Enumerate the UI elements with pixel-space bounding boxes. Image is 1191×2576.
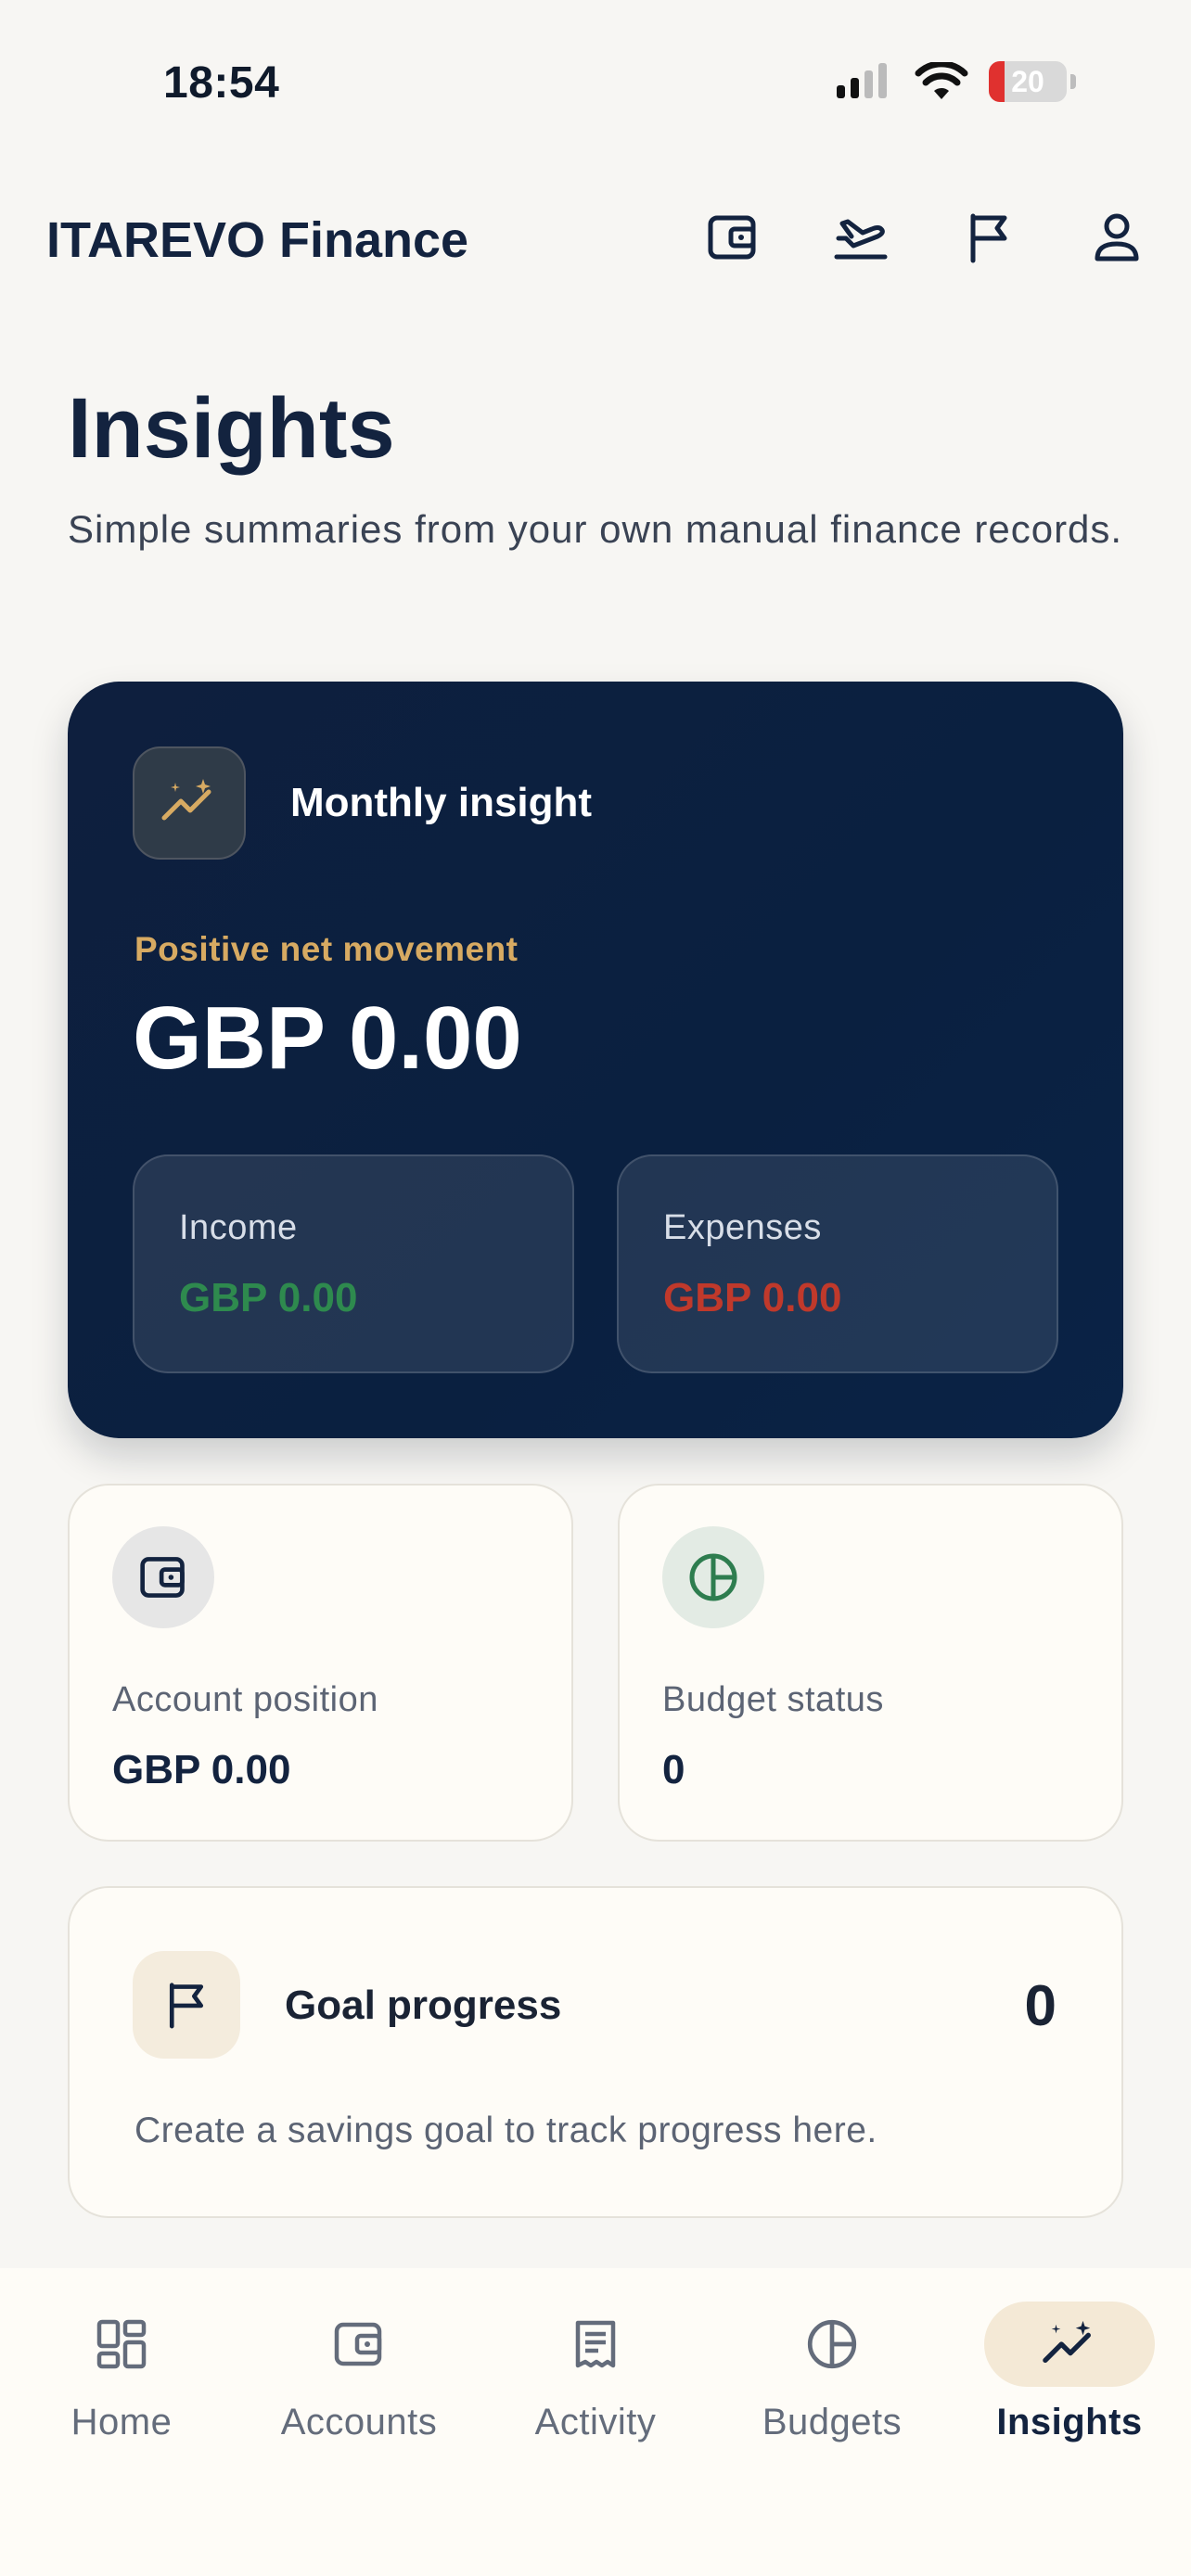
pie-icon <box>747 2302 917 2387</box>
tab-budgets[interactable]: Budgets <box>725 2302 939 2478</box>
net-movement-amount: GBP 0.00 <box>133 988 522 1088</box>
sparkle-chart-icon <box>133 746 246 860</box>
app-title: ITAREVO Finance <box>46 212 469 268</box>
monthly-insight-card: Monthly insight Positive net movement GB… <box>68 682 1123 1438</box>
status-indicators: 20 <box>835 61 1076 102</box>
tab-activity[interactable]: Activity <box>489 2302 702 2478</box>
wallet-icon <box>112 1526 214 1628</box>
goal-progress-card[interactable]: Goal progress 0 Create a savings goal to… <box>68 1886 1123 2218</box>
tab-accounts-label: Accounts <box>280 2402 438 2442</box>
tab-insights-label: Insights <box>996 2402 1143 2442</box>
goal-progress-count: 0 <box>1024 1974 1057 2038</box>
net-movement-label: Positive net movement <box>134 930 519 968</box>
income-summary: Income GBP 0.00 <box>133 1154 574 1373</box>
user-icon[interactable] <box>1089 210 1145 265</box>
status-time: 18:54 <box>163 58 280 108</box>
expenses-value: GBP 0.00 <box>663 1275 842 1320</box>
budget-status-label: Budget status <box>662 1680 884 1719</box>
account-position-value: GBP 0.00 <box>112 1747 291 1792</box>
account-position-label: Account position <box>112 1680 378 1719</box>
bottom-tab-bar: Home Accounts Activity Budgets Insights <box>0 2268 1191 2576</box>
page-subtitle: Simple summaries from your own manual fi… <box>68 507 1123 551</box>
sparkle-chart-icon <box>984 2302 1155 2387</box>
wallet-icon[interactable] <box>705 210 761 265</box>
goal-progress-title: Goal progress <box>285 1983 562 2028</box>
header-actions <box>705 210 1145 265</box>
goal-progress-description: Create a savings goal to track progress … <box>134 2111 877 2150</box>
tab-insights[interactable]: Insights <box>963 2302 1176 2478</box>
expenses-summary: Expenses GBP 0.00 <box>617 1154 1058 1373</box>
pie-icon <box>662 1526 764 1628</box>
page-title: Insights <box>68 381 395 476</box>
battery-level: 20 <box>1011 64 1044 98</box>
budget-status-value: 0 <box>662 1747 685 1792</box>
wifi-icon <box>915 62 968 99</box>
income-label: Income <box>179 1208 298 1247</box>
tab-activity-label: Activity <box>534 2402 657 2442</box>
account-position-card[interactable]: Account position GBP 0.00 <box>68 1484 573 1842</box>
tab-home-label: Home <box>70 2402 173 2442</box>
tab-accounts[interactable]: Accounts <box>252 2302 466 2478</box>
receipt-icon <box>510 2302 681 2387</box>
budget-status-card[interactable]: Budget status 0 <box>618 1484 1123 1842</box>
tab-home[interactable]: Home <box>15 2302 228 2478</box>
battery-indicator: 20 <box>989 61 1067 102</box>
grid-icon <box>36 2302 207 2387</box>
flag-icon <box>133 1951 240 2059</box>
hero-title: Monthly insight <box>290 780 593 825</box>
flag-icon[interactable] <box>961 210 1017 265</box>
plane-icon[interactable] <box>833 210 889 265</box>
wallet-icon <box>274 2302 444 2387</box>
expenses-label: Expenses <box>663 1208 822 1247</box>
signal-icon <box>837 63 887 98</box>
battery-nub <box>1070 74 1076 89</box>
income-value: GBP 0.00 <box>179 1275 358 1320</box>
tab-budgets-label: Budgets <box>762 2402 903 2442</box>
